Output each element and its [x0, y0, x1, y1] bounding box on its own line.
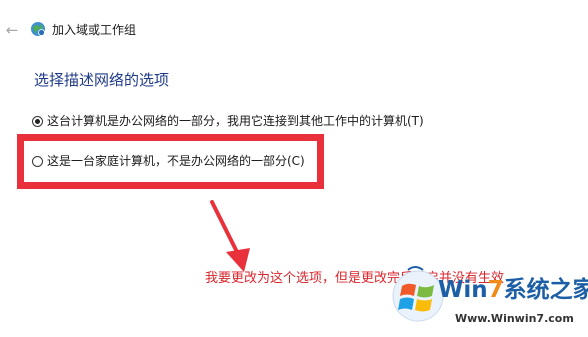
- brand-suffix: 系统之家: [503, 277, 588, 303]
- page-title: 选择描述网络的选项: [34, 71, 170, 89]
- watermark-url: Www.Winwin7.com: [455, 312, 574, 325]
- brand-seven: 7: [487, 277, 504, 303]
- option-label: 这台计算机是办公网络的一部分，我用它连接到其他工作中的计算机(T): [47, 114, 424, 128]
- annotation-arrow-icon: [210, 200, 250, 272]
- network-globe-icon: [31, 22, 45, 36]
- watermark-brand: Win7系统之家: [438, 276, 588, 304]
- watermark: Win7系统之家 Www.Winwin7.com: [388, 262, 588, 337]
- wizard-title: 加入域或工作组: [52, 23, 137, 37]
- option-office-network[interactable]: 这台计算机是办公网络的一部分，我用它连接到其他工作中的计算机(T): [32, 113, 424, 129]
- back-arrow-icon[interactable]: ←: [4, 22, 20, 38]
- brand-prefix: Win: [438, 277, 488, 303]
- radio-selected-icon[interactable]: [32, 115, 43, 127]
- highlight-box: [17, 134, 324, 189]
